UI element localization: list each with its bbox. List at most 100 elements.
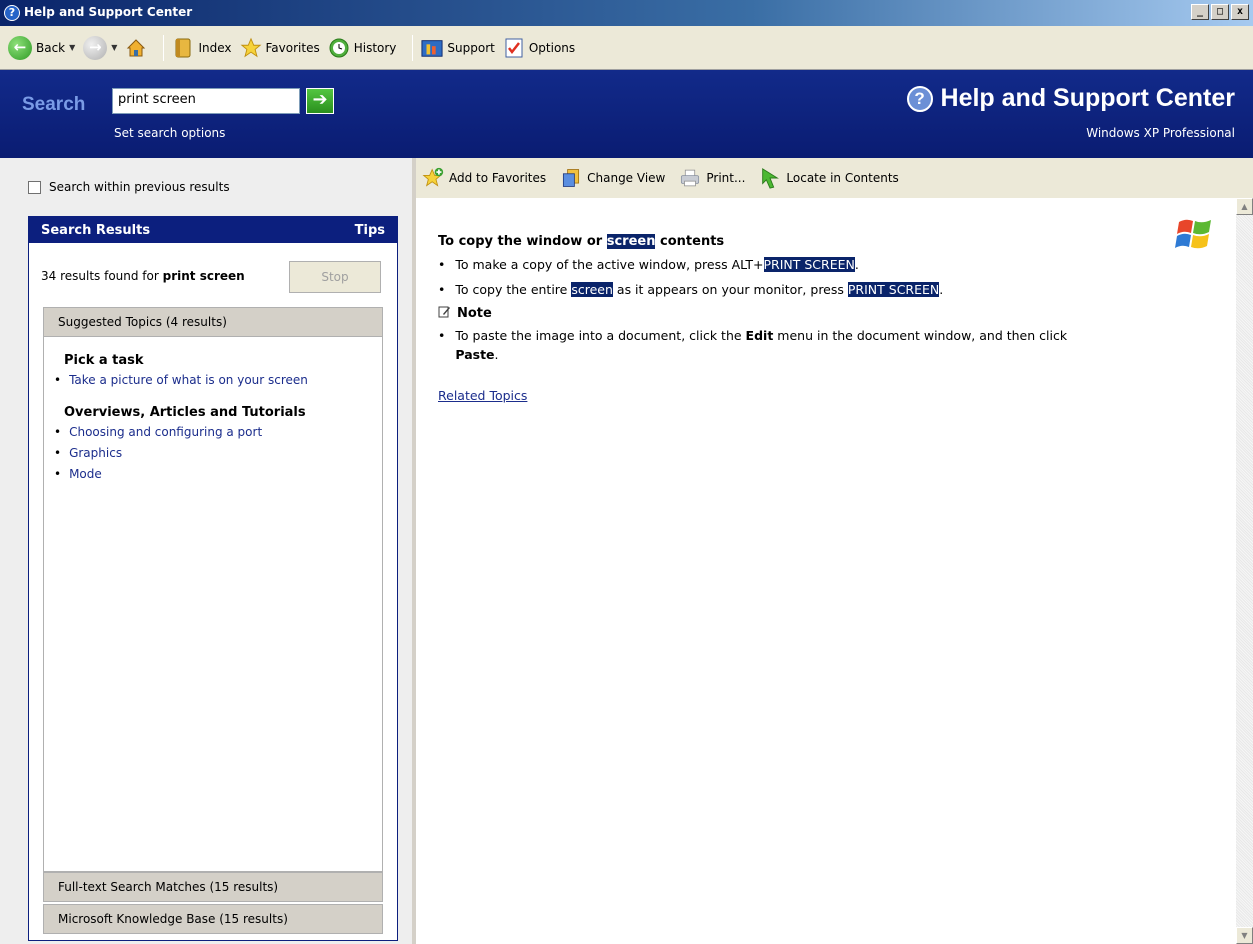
bullet-icon: •	[54, 425, 62, 439]
bullet-text: To paste the image into a document, clic…	[455, 328, 1068, 362]
index-label: Index	[198, 40, 232, 55]
pick-a-task-group: Pick a task • Take a picture of what is o…	[54, 353, 362, 391]
bullet-icon: •	[54, 467, 62, 481]
search-within-row[interactable]: Search within previous results	[28, 180, 230, 194]
arrow-right-icon: ➔	[312, 89, 328, 110]
forward-button[interactable]: → ▼	[83, 35, 117, 60]
search-within-checkbox[interactable]	[28, 180, 41, 194]
left-pane: Search within previous results Search Re…	[0, 158, 412, 944]
suggested-topics-header[interactable]: Suggested Topics (4 results)	[43, 307, 383, 337]
fulltext-matches-header[interactable]: Full-text Search Matches (15 results)	[43, 872, 383, 902]
history-clock-icon	[328, 37, 350, 59]
note-heading: Note	[438, 305, 1218, 322]
favorites-star-icon	[240, 37, 262, 59]
content-toolbar: Add to Favorites Change View Print... Lo…	[416, 158, 1253, 198]
locate-in-contents-button[interactable]: Locate in Contents	[759, 167, 899, 189]
scroll-up-button[interactable]: ▲	[1236, 198, 1253, 215]
history-label: History	[353, 40, 397, 55]
help-icon: ?	[4, 5, 20, 21]
favorites-button[interactable]: Favorites	[240, 37, 320, 59]
heading-text: contents	[660, 234, 725, 249]
search-go-button[interactable]: ➔	[306, 88, 334, 114]
bullet-text: To copy the entire screen as it appears …	[455, 282, 944, 297]
search-results-title: Search Results	[41, 222, 151, 238]
add-to-favorites-label: Add to Favorites	[449, 171, 547, 185]
results-count-query: print screen	[162, 269, 245, 283]
window-controls: _ □ x	[1191, 4, 1249, 20]
topic-link[interactable]: Mode	[69, 464, 102, 485]
title-bar: ? Help and Support Center _ □ x	[0, 0, 1253, 26]
article-bullet: • To make a copy of the active window, p…	[438, 255, 1218, 274]
knowledge-base-header[interactable]: Microsoft Knowledge Base (15 results)	[43, 904, 383, 934]
support-button[interactable]: Support	[421, 37, 495, 59]
close-button[interactable]: x	[1231, 4, 1249, 20]
bullet-text: To make a copy of the active window, pre…	[455, 257, 859, 272]
results-count: 34 results found for print screen	[41, 269, 245, 283]
back-dropdown-icon[interactable]: ▼	[69, 43, 75, 52]
back-button[interactable]: ← Back ▼	[8, 35, 75, 60]
scroll-down-button[interactable]: ▼	[1236, 927, 1253, 944]
main-toolbar: ← Back ▼ → ▼ Index Favorites History Sup…	[0, 26, 1253, 70]
search-input[interactable]: print screen	[112, 88, 300, 114]
set-search-options-link[interactable]: Set search options	[114, 126, 225, 140]
search-results-header: Search Results Tips	[29, 217, 397, 243]
options-button[interactable]: Options	[503, 37, 575, 59]
content-pane: Add to Favorites Change View Print... Lo…	[412, 158, 1253, 944]
note-pencil-icon	[438, 305, 451, 322]
bullet-icon: •	[438, 257, 446, 272]
add-favorites-star-icon	[422, 167, 444, 189]
minimize-button[interactable]: _	[1191, 4, 1209, 20]
search-results-panel: Search Results Tips 34 results found for…	[28, 216, 398, 941]
locate-arrow-icon	[759, 167, 781, 189]
options-checklist-icon	[503, 37, 525, 59]
topic-link[interactable]: Take a picture of what is on your screen	[69, 370, 308, 391]
results-count-prefix: 34 results found for	[41, 269, 159, 283]
vertical-scrollbar[interactable]: ▲ ▼	[1236, 198, 1253, 944]
add-to-favorites-button[interactable]: Add to Favorites	[422, 167, 546, 189]
note-label: Note	[457, 306, 492, 321]
topic-link[interactable]: Choosing and configuring a port	[69, 422, 262, 443]
forward-dropdown-icon[interactable]: ▼	[111, 43, 117, 52]
search-highlight: screen	[571, 282, 613, 297]
list-item[interactable]: • Take a picture of what is on your scree…	[54, 370, 362, 391]
print-button[interactable]: Print...	[679, 167, 745, 189]
index-book-icon	[172, 37, 194, 59]
header-title: ? Help and Support Center	[906, 84, 1235, 113]
list-item[interactable]: • Mode	[54, 464, 362, 485]
change-view-button[interactable]: Change View	[560, 167, 665, 189]
toolbar-separator	[412, 34, 414, 61]
change-view-label: Change View	[587, 171, 666, 185]
history-button[interactable]: History	[328, 37, 397, 59]
list-item[interactable]: • Graphics	[54, 443, 362, 464]
favorites-label: Favorites	[265, 40, 320, 55]
print-label: Print...	[706, 171, 746, 185]
search-header: Search print screen ➔ Set search options…	[0, 70, 1253, 158]
article-content: To copy the window or screen contents • …	[438, 234, 1218, 403]
bullet-icon: •	[438, 328, 446, 343]
group-title: Pick a task	[64, 353, 144, 368]
printer-icon	[679, 167, 701, 189]
options-label: Options	[528, 40, 576, 55]
search-highlight: PRINT SCREEN	[763, 257, 855, 272]
support-icon	[421, 37, 443, 59]
help-question-icon: ?	[906, 85, 933, 112]
support-label: Support	[447, 40, 495, 55]
home-icon	[125, 37, 147, 59]
article-bullet: • To copy the entire screen as it appear…	[438, 280, 1218, 299]
back-label: Back	[36, 40, 66, 55]
maximize-button[interactable]: □	[1211, 4, 1229, 20]
suggested-topics-body: Pick a task • Take a picture of what is o…	[43, 337, 383, 872]
stop-button[interactable]: Stop	[289, 261, 381, 293]
home-button[interactable]	[125, 37, 147, 59]
topic-link[interactable]: Graphics	[69, 443, 122, 464]
article-bullet: • To paste the image into a document, cl…	[438, 326, 1218, 364]
back-arrow-icon: ←	[8, 35, 32, 60]
related-topics-link[interactable]: Related Topics	[438, 388, 527, 403]
index-button[interactable]: Index	[172, 37, 232, 59]
bullet-icon: •	[54, 373, 62, 387]
overviews-group: Overviews, Articles and Tutorials • Choos…	[54, 405, 362, 485]
list-item[interactable]: • Choosing and configuring a port	[54, 422, 362, 443]
tips-link[interactable]: Tips	[355, 223, 385, 238]
article-heading: To copy the window or screen contents	[438, 234, 1218, 249]
search-label: Search	[22, 94, 86, 115]
